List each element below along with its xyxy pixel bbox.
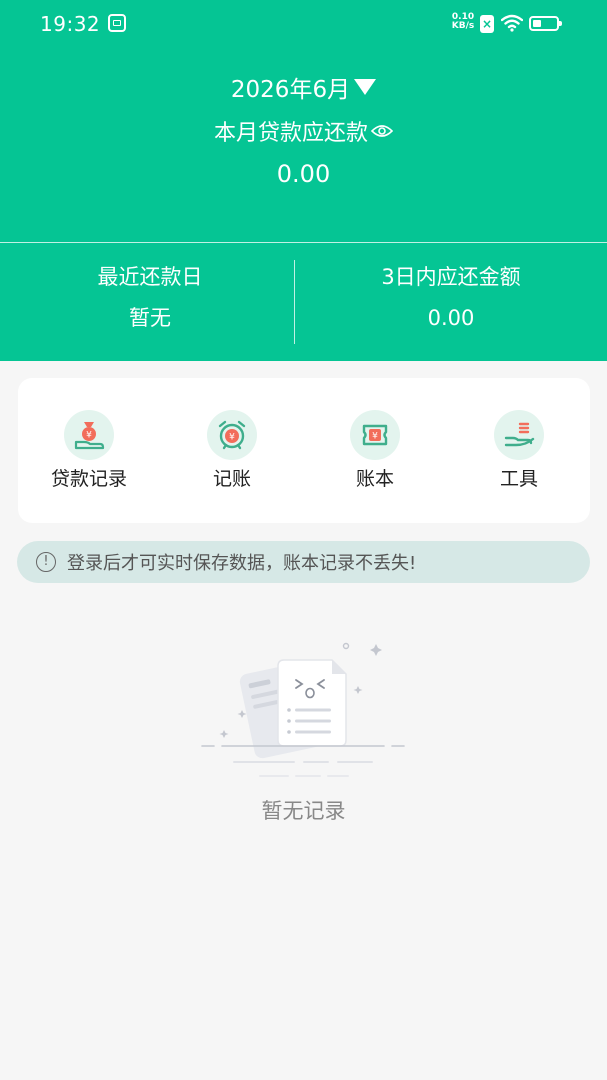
- warning-icon: !: [36, 552, 56, 572]
- feature-label: 工具: [499, 468, 538, 490]
- dropdown-triangle-icon: [354, 79, 377, 95]
- header-divider: [0, 242, 607, 243]
- svg-text:¥: ¥: [86, 431, 92, 441]
- battery-icon: [529, 16, 562, 31]
- app-notification-icon: [108, 14, 126, 32]
- recent-due-value: 暂无: [129, 306, 171, 330]
- feature-ledger[interactable]: ¥ 账本: [320, 410, 430, 493]
- feature-label: 贷款记录: [50, 468, 127, 490]
- header-panel: 19:32 0.10 KB/s × 2026年6月 本月贷款应还款 0.00 最…: [0, 0, 607, 361]
- three-day-due-stat: 3日内应还金额 0.00: [301, 262, 601, 333]
- ticket-yen-icon: ¥: [350, 410, 400, 460]
- feature-loan-records[interactable]: ¥ 贷款记录: [34, 410, 144, 493]
- network-speed: 0.10 KB/s: [451, 13, 475, 31]
- eye-icon[interactable]: [371, 124, 393, 138]
- net-speed-unit: KB/s: [451, 21, 475, 31]
- feature-label: 记账: [212, 468, 251, 490]
- recent-due-label: 最近还款日: [97, 265, 203, 289]
- stat-divider: [294, 260, 295, 344]
- empty-document-illustration: [201, 642, 405, 777]
- money-bag-hand-icon: ¥: [64, 410, 114, 460]
- empty-state-text: 暂无记录: [261, 799, 346, 823]
- recent-due-stat: 最近还款日 暂无: [0, 262, 300, 333]
- three-day-due-value: 0.00: [427, 306, 475, 330]
- wifi-icon: [501, 14, 523, 32]
- x-app-icon: ×: [480, 15, 494, 33]
- svg-text:¥: ¥: [229, 433, 235, 443]
- month-picker[interactable]: 2026年6月: [0, 70, 607, 104]
- monthly-due-amount: 0.00: [276, 160, 331, 188]
- monthly-due-label: 本月贷款应还款: [0, 115, 607, 147]
- feature-card: ¥ 贷款记录 ¥ 记账 ¥ 账本 工具: [18, 378, 590, 523]
- svg-text:¥: ¥: [372, 432, 378, 442]
- status-bar: 19:32 0.10 KB/s ×: [0, 0, 607, 48]
- feature-tools[interactable]: 工具: [464, 410, 574, 493]
- month-label: 2026年6月: [230, 77, 351, 103]
- alarm-clock-yen-icon: ¥: [207, 410, 257, 460]
- login-notice-banner[interactable]: ! 登录后才可实时保存数据，账本记录不丢失!: [17, 541, 590, 583]
- feature-label: 账本: [355, 468, 394, 490]
- login-notice-text: 登录后才可实时保存数据，账本记录不丢失!: [67, 553, 417, 574]
- status-time: 19:32: [40, 12, 101, 36]
- feature-bookkeeping[interactable]: ¥ 记账: [177, 410, 287, 493]
- three-day-due-label: 3日内应还金额: [381, 265, 521, 289]
- monthly-due-text: 本月贷款应还款: [213, 121, 368, 146]
- hand-tools-icon: [494, 410, 544, 460]
